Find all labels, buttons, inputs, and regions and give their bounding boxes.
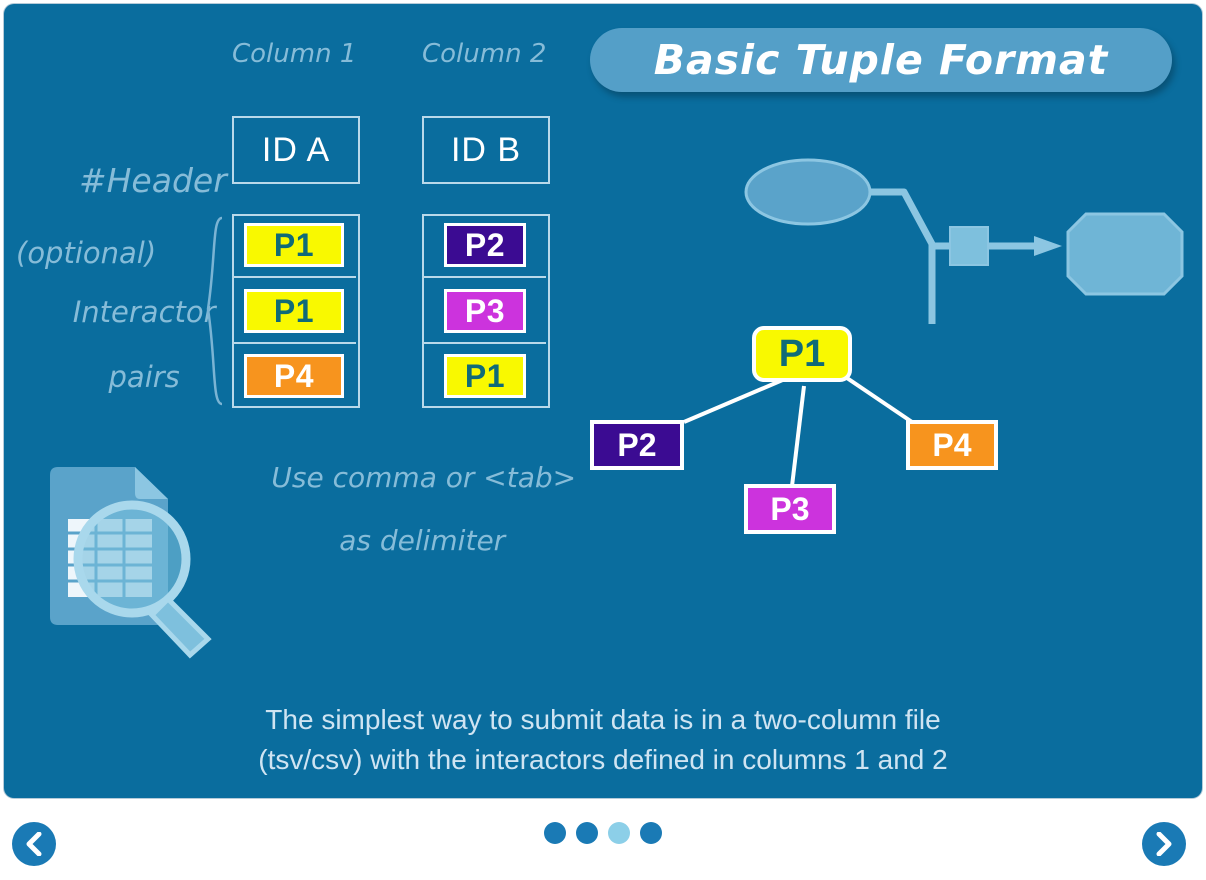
row-divider [232,276,356,278]
page-title: Basic Tuple Format [653,36,1109,84]
row-divider [232,342,356,344]
edge-p1-p2 [683,374,793,424]
flow-square-node [949,226,989,266]
table-cell-col2-row2: P3 [444,289,526,333]
slide-caption: The simplest way to submit data is in a … [4,700,1202,780]
table-cell-col1-row2: P1 [244,289,344,333]
document-search-icon [50,467,212,659]
network-node-p3: P3 [744,484,836,534]
flow-ellipse-node [744,158,872,226]
slide-canvas: Basic Tuple Format Column 1 Column 2 #He… [4,4,1202,798]
interactor-label-line2: pairs [108,360,180,395]
pagination-dot-3[interactable] [608,822,630,844]
pagination-dot-2[interactable] [576,822,598,844]
delimiter-note-line1: Use comma or <tab> [271,461,577,495]
header-label-line1: #Header [78,160,227,200]
network-node-p4: P4 [906,420,998,470]
table-cell-col1-row3: P4 [244,354,344,398]
row-divider [422,276,546,278]
network-node-p2: P2 [590,420,684,470]
interactor-label-line1: Interactor [72,295,216,330]
flow-diagram-decoration [744,158,1184,324]
delimiter-note-line2: as delimiter [339,524,506,558]
column-1-label: Column 1 [232,39,357,69]
table-cell-col2-row1: P2 [444,223,526,267]
table-cell-col1-row1: P1 [244,223,344,267]
magnifier-lens [73,500,191,618]
slide-title-pill: Basic Tuple Format [590,28,1172,92]
curly-brace-icon [206,216,223,406]
document-fold [135,467,168,499]
magnifier-handle [148,595,212,659]
header-cell-id-a: ID A [232,116,360,184]
pagination-dot-1[interactable] [544,822,566,844]
edge-p1-p3 [790,385,806,487]
slide-viewer: Basic Tuple Format Column 1 Column 2 #He… [0,0,1206,880]
column-2-label: Column 2 [422,39,547,69]
edge-p1-p4 [842,374,914,424]
interactor-pairs-label: Interactor pairs [14,264,219,426]
header-cell-id-b: ID B [422,116,550,184]
delimiter-note: Use comma or <tab> as delimiter [218,431,577,588]
row-divider [422,342,546,344]
arrow-head-icon [1034,236,1062,256]
slide-pagination-dots [0,822,1206,844]
caption-line-1: The simplest way to submit data is in a … [265,704,941,735]
pagination-dot-4[interactable] [640,822,662,844]
network-node-p1: P1 [752,326,852,382]
caption-line-2: (tsv/csv) with the interactors defined i… [258,743,948,775]
flow-octagon-node [1066,212,1184,296]
table-cell-col2-row3: P1 [444,354,526,398]
